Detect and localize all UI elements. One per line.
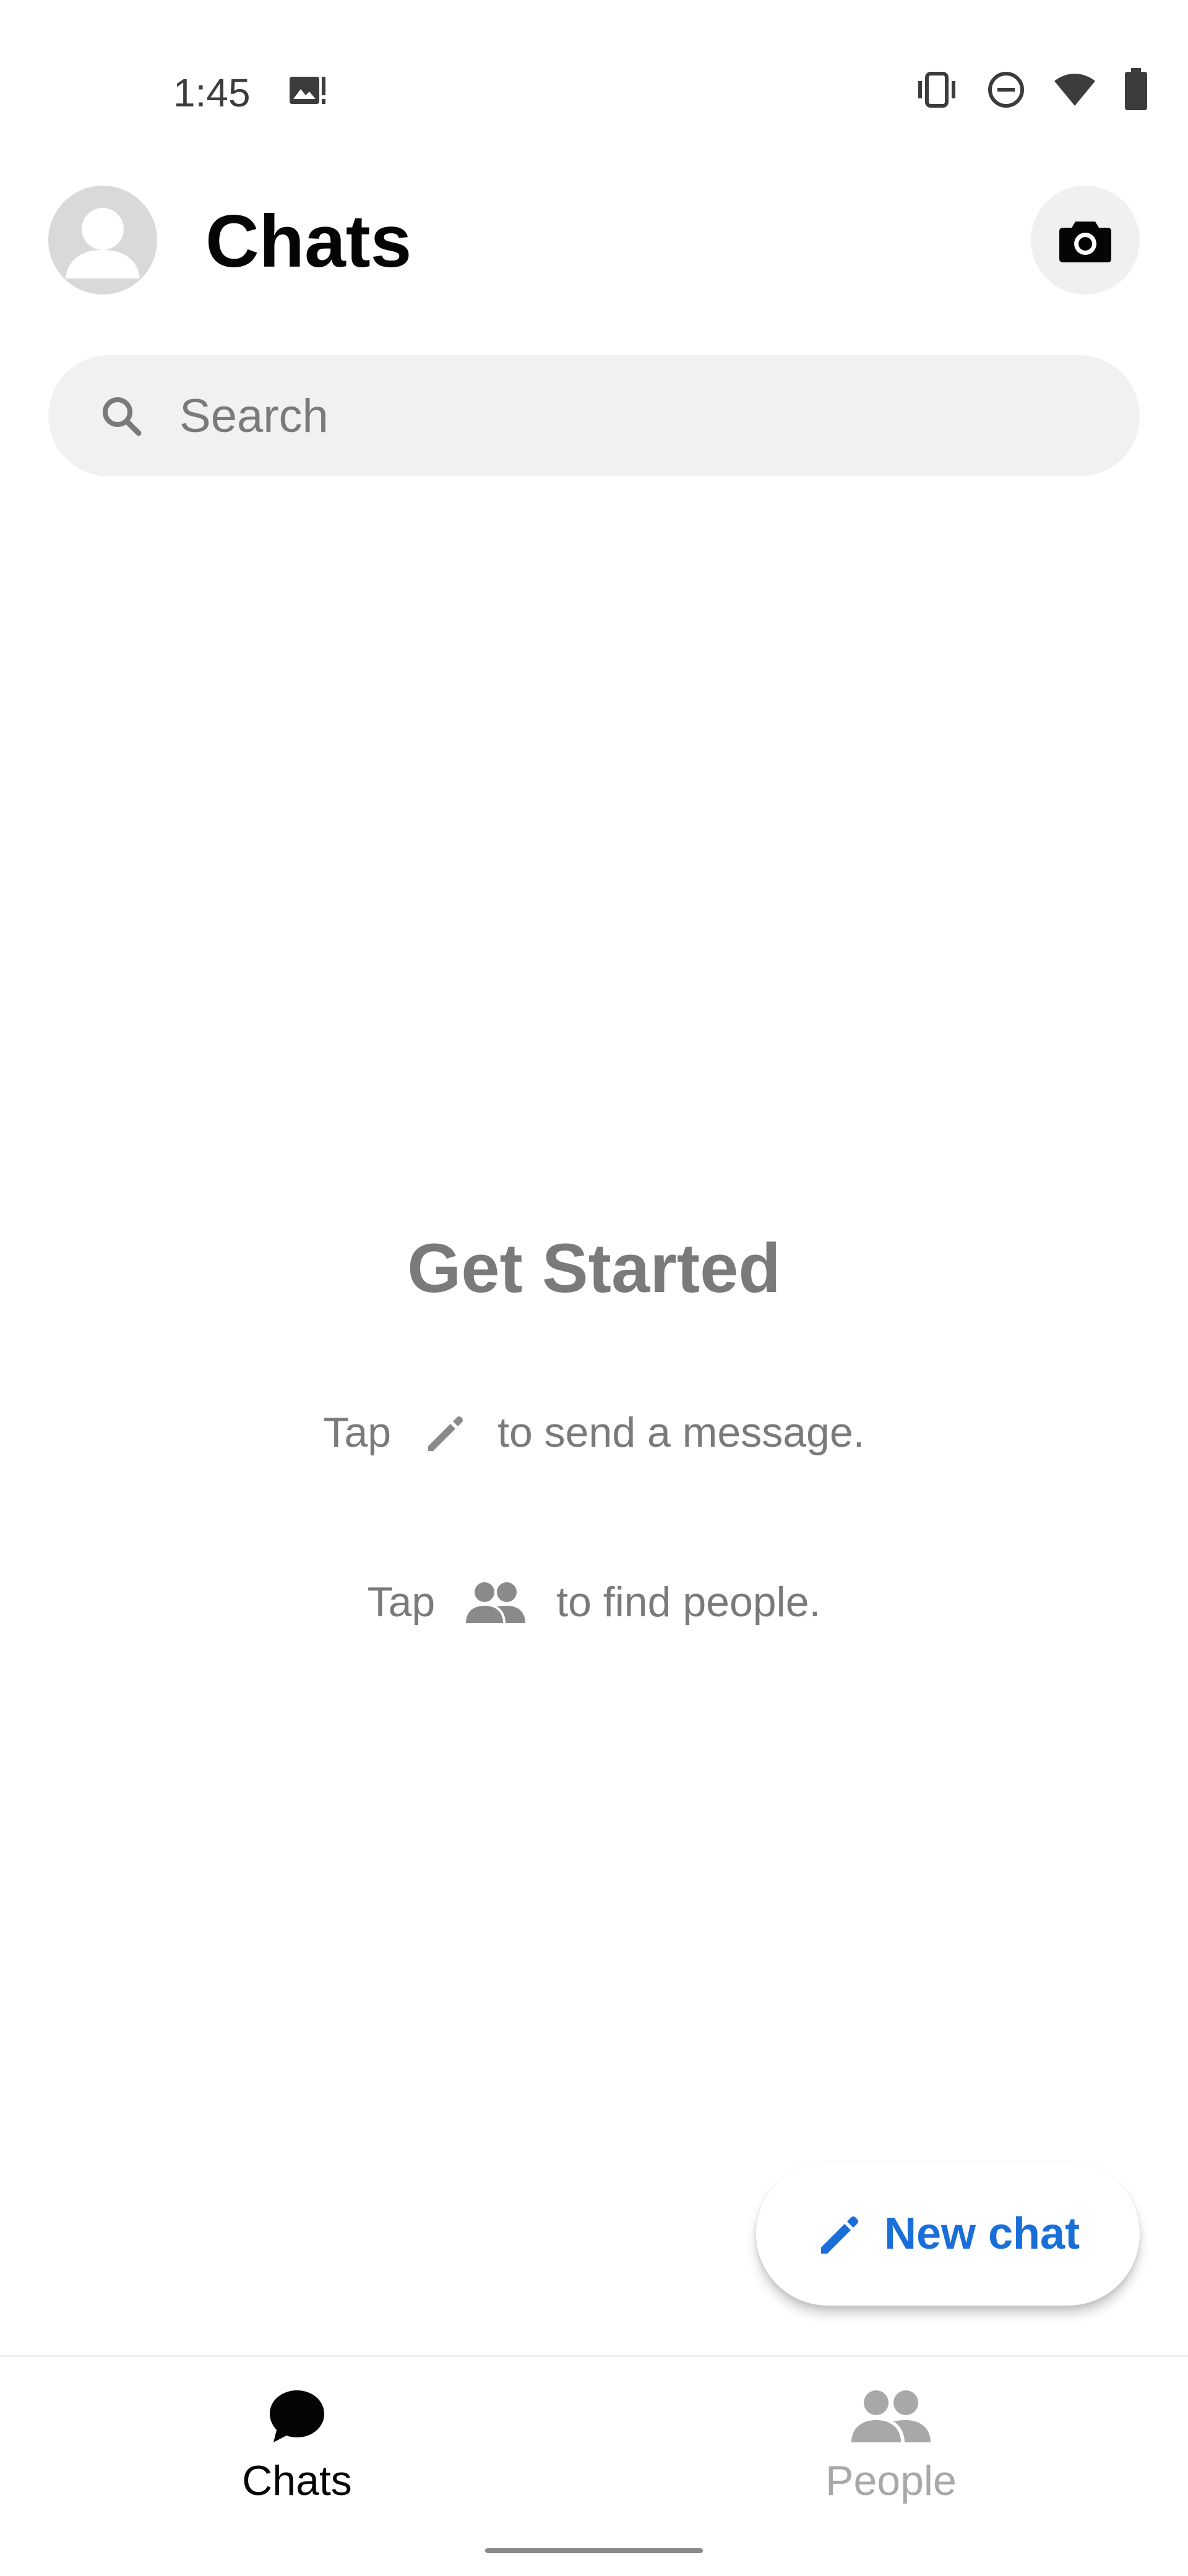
page-title: Chats [205, 200, 412, 283]
battery-icon [1124, 68, 1148, 114]
camera-icon [1059, 222, 1111, 262]
search-icon [103, 397, 142, 436]
nav-label-people: People [825, 2457, 957, 2504]
search-input[interactable] [178, 388, 1109, 444]
do-not-disturb-icon [986, 70, 1026, 113]
bottom-nav: Chats People [0, 2355, 1188, 2576]
hint-suffix: to find people. [556, 1579, 821, 1626]
avatar[interactable] [48, 186, 157, 295]
new-chat-button[interactable]: New chat [756, 2162, 1140, 2306]
status-time: 1:45 [173, 71, 251, 115]
camera-button[interactable] [1031, 186, 1140, 295]
nav-tab-people[interactable]: People [767, 2385, 1015, 2505]
hint-send-message: Tap to send a message. [0, 1405, 1188, 1460]
pencil-icon [421, 1409, 468, 1456]
people-icon [465, 1579, 527, 1626]
chat-bubble-icon [270, 2390, 324, 2442]
people-icon [851, 2390, 931, 2442]
hint-prefix: Tap [367, 1579, 436, 1626]
empty-state-title: Get Started [407, 1230, 781, 1307]
wifi-icon [1053, 71, 1096, 111]
hint-find-people: Tap to find people. [0, 1574, 1188, 1630]
search-bar[interactable] [48, 355, 1140, 476]
nav-tab-chats[interactable]: Chats [173, 2385, 421, 2505]
hint-prefix: Tap [323, 1409, 392, 1456]
nav-label-chats: Chats [242, 2457, 352, 2504]
avatar-placeholder-icon [66, 208, 140, 278]
new-chat-label: New chat [884, 2209, 1080, 2259]
image-alert-icon [288, 73, 328, 113]
hint-suffix: to send a message. [497, 1409, 865, 1456]
status-icons [915, 68, 1148, 114]
home-indicator [485, 2548, 703, 2553]
vibrate-icon [915, 70, 959, 113]
pencil-icon [820, 2216, 858, 2254]
